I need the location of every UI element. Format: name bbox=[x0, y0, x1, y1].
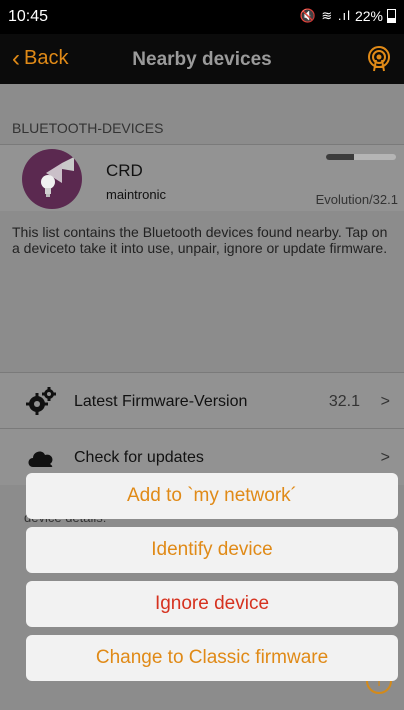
row-label: Latest Firmware-Version bbox=[74, 393, 248, 410]
device-vendor: maintronic bbox=[106, 187, 166, 202]
device-version: Evolution/32.1 bbox=[315, 192, 398, 207]
section-header: BLUETOOTH-DEVICES bbox=[12, 120, 164, 136]
row-label: Check for updates bbox=[74, 449, 204, 466]
device-list-item[interactable]: CRD maintronic Evolution/32.1 bbox=[0, 144, 404, 211]
gears-icon bbox=[26, 387, 56, 415]
signal-strength-bar bbox=[326, 154, 396, 160]
chevron-right-icon: > bbox=[380, 449, 390, 466]
broadcast-icon[interactable] bbox=[366, 46, 392, 72]
firmware-version-value: 32.1 bbox=[328, 393, 360, 410]
info-text: This list contains the Bluetooth devices… bbox=[12, 224, 388, 256]
add-to-network-button[interactable]: Add to `my network´ bbox=[26, 473, 398, 519]
page-title: Nearby devices bbox=[132, 49, 272, 70]
signal-icons: 🔇 ≋ .ıl bbox=[299, 8, 351, 23]
signal-strength-fill bbox=[326, 154, 354, 160]
status-bar: 10:45 🔇 ≋ .ıl 22% bbox=[0, 0, 404, 34]
battery-icon bbox=[387, 9, 396, 23]
change-firmware-button[interactable]: Change to Classic firmware bbox=[26, 635, 398, 681]
battery-percent: 22% bbox=[354, 8, 383, 24]
status-indicators: 🔇 ≋ .ıl 22% bbox=[300, 8, 396, 24]
device-name: CRD bbox=[106, 161, 143, 180]
identify-device-button[interactable]: Identify device bbox=[26, 527, 398, 573]
lamp-icon bbox=[22, 149, 82, 209]
ignore-device-button[interactable]: Ignore device bbox=[26, 581, 398, 627]
navigation-bar: ‹ Back Nearby devices bbox=[0, 34, 404, 84]
status-time: 10:45 bbox=[8, 8, 49, 25]
action-sheet: Add to `my network´ Identify device Igno… bbox=[26, 473, 398, 689]
cloud-icon bbox=[28, 451, 53, 467]
chevron-right-icon: > bbox=[380, 393, 390, 410]
latest-firmware-row[interactable]: Latest Firmware-Version 32.1 > bbox=[0, 372, 404, 429]
